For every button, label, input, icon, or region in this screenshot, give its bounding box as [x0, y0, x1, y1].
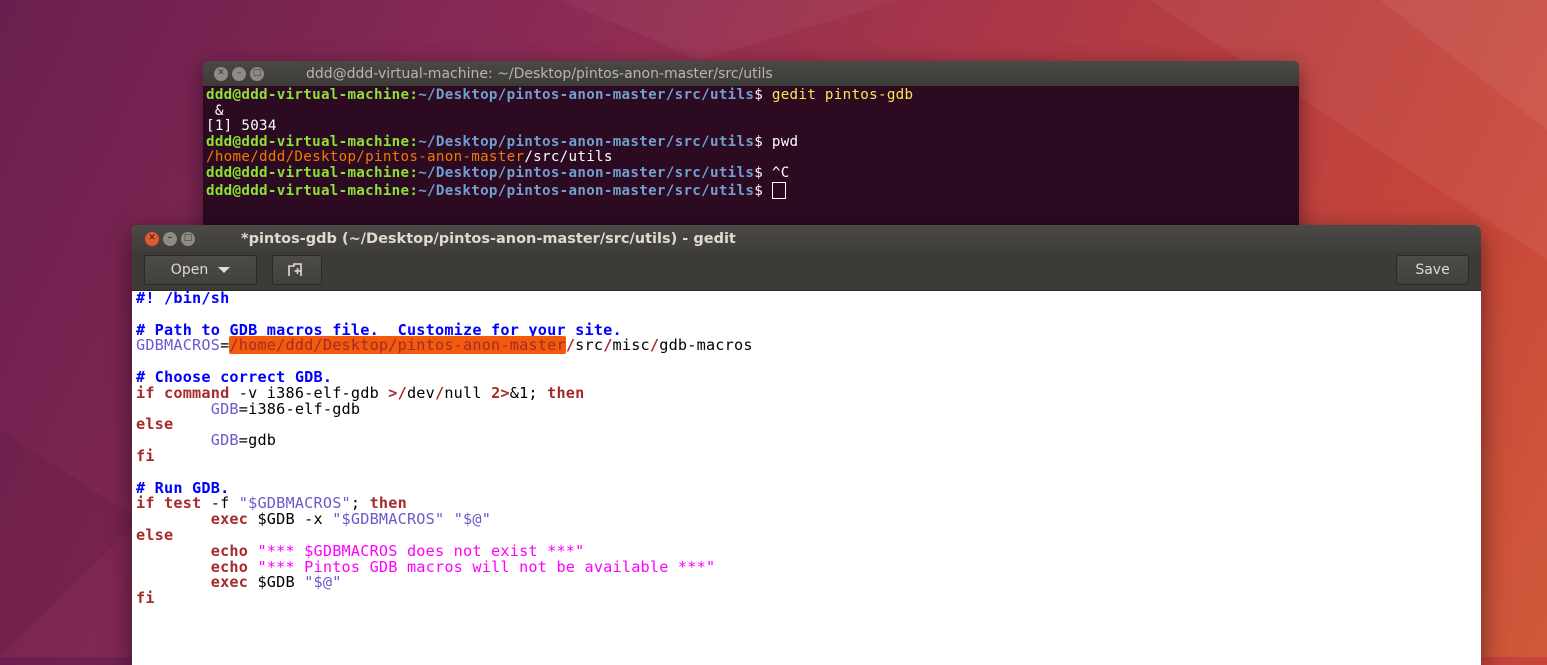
- code-line: GDB=gdb: [210, 431, 277, 450]
- highlighted-path: /home/ddd/Desktop/pintos-anon-master: [229, 336, 566, 355]
- code-line: exec $GDB -x "$GDBMACROS" "$@": [210, 510, 492, 529]
- close-icon[interactable]: ✕: [214, 66, 228, 81]
- gedit-title: *pintos-gdb (~/Desktop/pintos-anon-maste…: [241, 230, 736, 247]
- gedit-titlebar[interactable]: ✕ – □ *pintos-gdb (~/Desktop/pintos-anon…: [132, 225, 1481, 252]
- terminal-window-controls: ✕ – □: [214, 66, 306, 81]
- terminal-line: ddd@ddd-virtual-machine:~/Desktop/pintos…: [206, 87, 914, 103]
- maximize-icon[interactable]: □: [181, 231, 195, 246]
- maximize-icon[interactable]: □: [250, 66, 264, 81]
- code-line: else: [136, 415, 174, 434]
- chevron-down-icon: [218, 267, 231, 273]
- minimize-icon[interactable]: –: [163, 231, 177, 246]
- gedit-window-controls: ✕ – □: [145, 231, 241, 246]
- save-button[interactable]: Save: [1396, 255, 1469, 285]
- terminal-cursor: [771, 181, 786, 199]
- open-button[interactable]: Open: [144, 255, 257, 285]
- gedit-toolbar: Open Save: [132, 252, 1481, 291]
- code-editor[interactable]: #! /bin/sh # Path to GDB macros file. Cu…: [132, 289, 1481, 608]
- terminal-line: ddd@ddd-virtual-machine:~/Desktop/pintos…: [206, 181, 1296, 200]
- terminal-title: ddd@ddd-virtual-machine: ~/Desktop/pinto…: [306, 65, 773, 82]
- new-tab-icon: [288, 263, 302, 276]
- code-line: GDBMACROS=/home/ddd/Desktop/pintos-anon-…: [136, 336, 753, 355]
- gedit-window[interactable]: ✕ – □ *pintos-gdb (~/Desktop/pintos-anon…: [132, 225, 1481, 665]
- save-button-label: Save: [1415, 262, 1450, 278]
- terminal-line: [1] 5034: [206, 118, 277, 135]
- code-line: GDB=i386-elf-gdb: [210, 399, 361, 418]
- code-line: fi: [136, 589, 155, 608]
- terminal-line: ddd@ddd-virtual-machine:~/Desktop/pintos…: [206, 133, 799, 150]
- new-tab-button[interactable]: [272, 255, 322, 285]
- terminal-line: /home/ddd/Desktop/pintos-anon-master/src…: [206, 149, 613, 166]
- code-line: exec $GDB "$@": [210, 573, 342, 592]
- close-icon[interactable]: ✕: [145, 231, 159, 246]
- terminal-titlebar[interactable]: ✕ – □ ddd@ddd-virtual-machine: ~/Desktop…: [203, 61, 1299, 86]
- code-line: #! /bin/sh: [136, 289, 230, 307]
- terminal-line: &: [206, 102, 224, 119]
- minimize-icon[interactable]: –: [232, 66, 246, 81]
- terminal-window[interactable]: ✕ – □ ddd@ddd-virtual-machine: ~/Desktop…: [203, 61, 1299, 231]
- terminal-line: ddd@ddd-virtual-machine:~/Desktop/pintos…: [206, 164, 790, 181]
- terminal-output[interactable]: ddd@ddd-virtual-machine:~/Desktop/pintos…: [203, 86, 1299, 201]
- code-line: fi: [136, 446, 155, 465]
- open-button-label: Open: [170, 262, 209, 278]
